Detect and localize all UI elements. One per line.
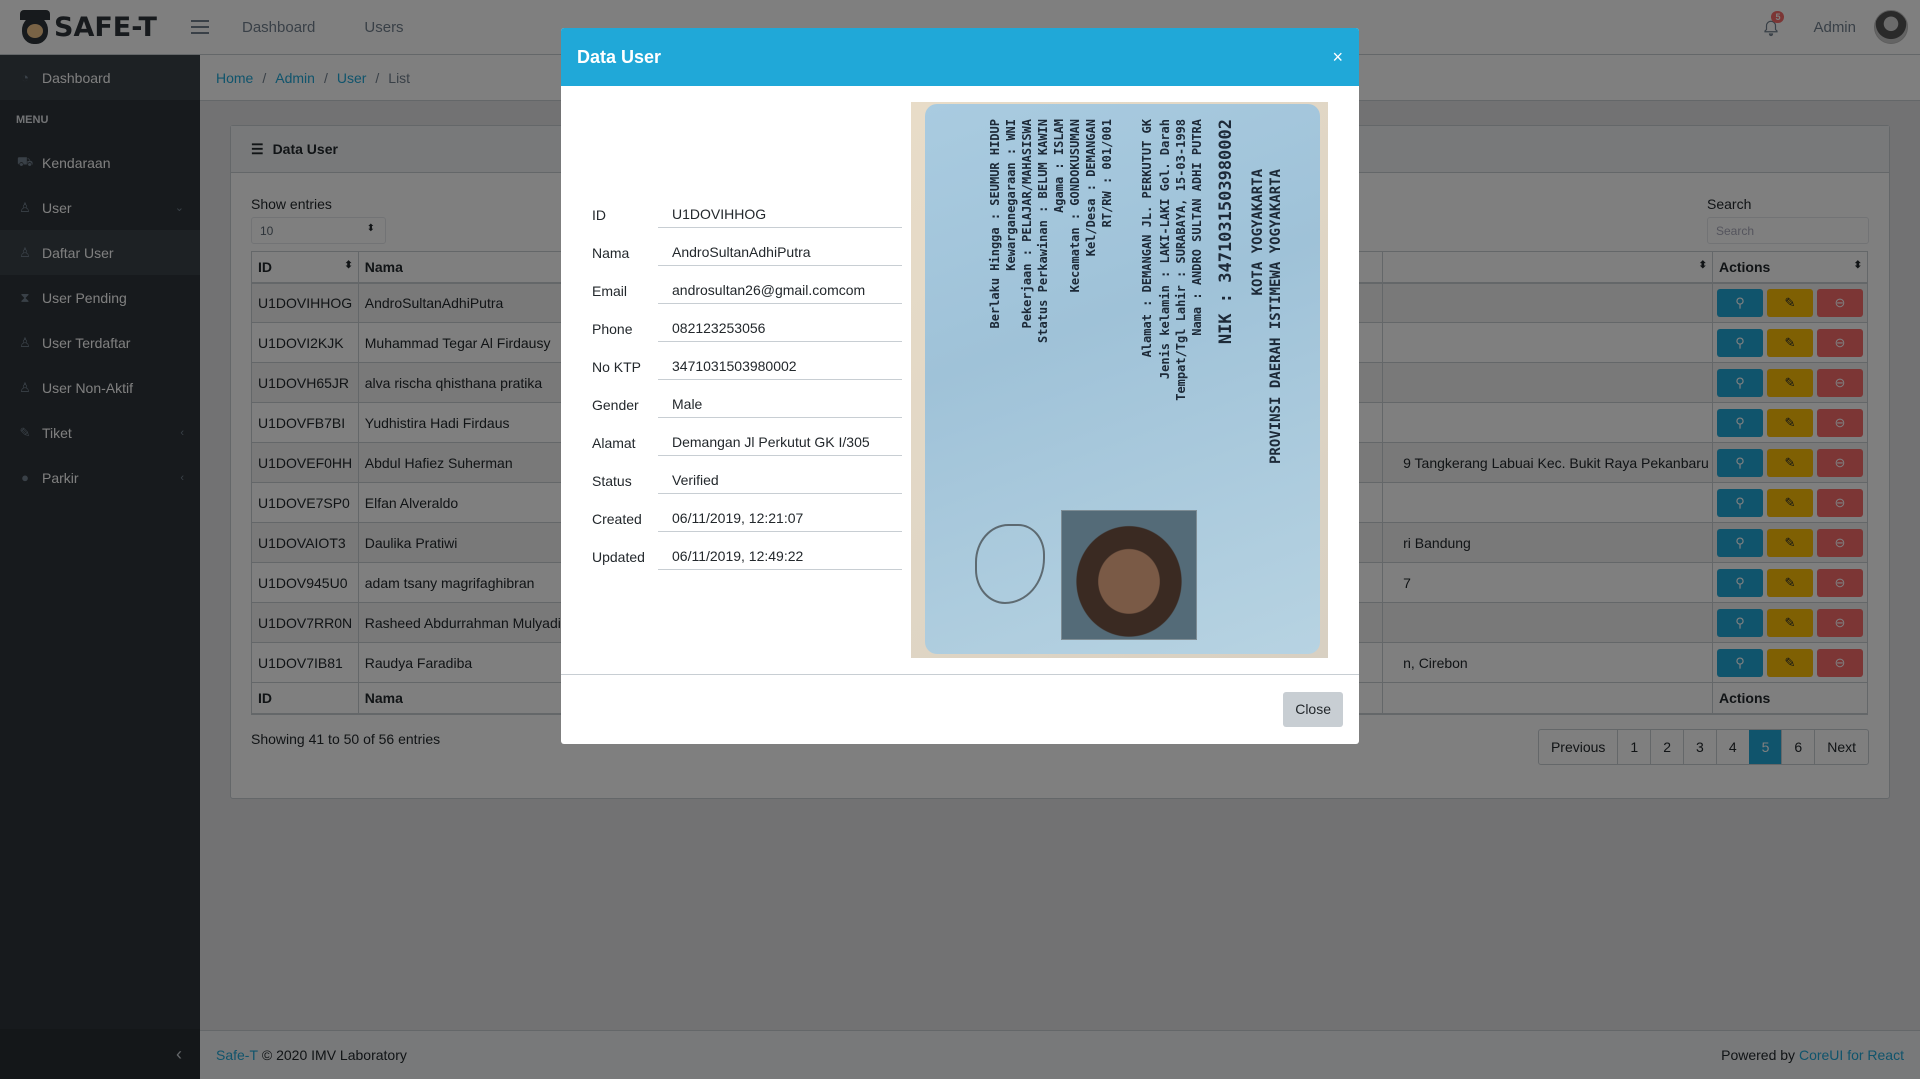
field-row: ID U1DOVIHHOG xyxy=(592,190,902,228)
field-row: Created 06/11/2019, 12:21:07 xyxy=(592,494,902,532)
field-value: 06/11/2019, 12:49:22 xyxy=(658,548,902,570)
ktp-line: Agama : ISLAM xyxy=(1052,119,1066,213)
ktp-line: KOTA YOGYAKARTA xyxy=(1250,169,1266,296)
user-fields: ID U1DOVIHHOG Nama AndroSultanAdhiPutra Emai… xyxy=(592,190,902,570)
ktp-line: RT/RW : 001/001 xyxy=(1100,119,1114,228)
field-row: Updated 06/11/2019, 12:49:22 xyxy=(592,532,902,570)
field-label: Nama xyxy=(592,245,630,261)
ktp-card: PROVINSI DAERAH ISTIMEWA YOGYAKARTA KOTA … xyxy=(925,104,1320,654)
field-value: AndroSultanAdhiPutra xyxy=(658,244,902,266)
field-label: Alamat xyxy=(592,435,636,451)
ktp-line: PROVINSI DAERAH ISTIMEWA YOGYAKARTA xyxy=(1268,169,1284,465)
field-label: No KTP xyxy=(592,359,642,375)
ktp-line: Pekerjaan : PELAJAR/MAHASISWA xyxy=(1020,119,1034,329)
ktp-image: PROVINSI DAERAH ISTIMEWA YOGYAKARTA KOTA … xyxy=(911,102,1328,658)
field-value: Demangan Jl Perkutut GK I/305 xyxy=(658,434,902,456)
field-row: Nama AndroSultanAdhiPutra xyxy=(592,228,902,266)
field-label: Gender xyxy=(592,397,639,413)
modal-title: Data User xyxy=(577,46,662,67)
close-button[interactable]: Close xyxy=(1283,691,1343,727)
field-label: Status xyxy=(592,473,632,489)
field-label: Updated xyxy=(592,549,645,565)
field-label: Phone xyxy=(592,321,633,337)
field-label: Created xyxy=(592,511,642,527)
field-row: Alamat Demangan Jl Perkutut GK I/305 xyxy=(592,418,902,456)
modal-header: Data User × xyxy=(561,28,1359,86)
field-row: Phone 082123253056 xyxy=(592,304,902,342)
ktp-line: Nama : ANDRO SULTAN ADHI PUTRA xyxy=(1190,119,1204,336)
field-value: androsultan26@gmail.comcom xyxy=(658,282,902,304)
ktp-photo xyxy=(1061,510,1197,640)
field-row: Gender Male xyxy=(592,380,902,418)
field-row: No KTP 3471031503980002 xyxy=(592,342,902,380)
modal-body: ID U1DOVIHHOG Nama AndroSultanAdhiPutra Emai… xyxy=(561,86,1359,675)
user-detail-modal: Data User × ID U1DOVIHHOG Nama AndroSultanA… xyxy=(561,28,1359,744)
field-value: U1DOVIHHOG xyxy=(658,206,902,228)
ktp-line: Kel/Desa : DEMANGAN xyxy=(1084,119,1098,257)
field-value: 3471031503980002 xyxy=(658,358,902,380)
ktp-line: Jenis kelamin : LAKI-LAKI Gol. Darah xyxy=(1158,119,1172,380)
ktp-line: Alamat : DEMANGAN JL. PERKUTUT GK xyxy=(1140,119,1154,358)
field-value: Male xyxy=(658,396,902,418)
ktp-line: NIK : 3471031503980002 xyxy=(1216,119,1236,345)
field-value: 082123253056 xyxy=(658,320,902,342)
field-label: ID xyxy=(592,207,606,223)
ktp-line: Tempat/Tgl Lahir : SURABAYA, 15-03-1998 xyxy=(1174,119,1188,401)
modal-footer: Close xyxy=(561,675,1359,743)
field-value: 06/11/2019, 12:21:07 xyxy=(658,510,902,532)
field-row: Status Verified xyxy=(592,456,902,494)
ktp-line: Kecamatan : GONDOKUSUMAN xyxy=(1068,119,1082,293)
ktp-line: Kewarganegaraan : WNI xyxy=(1004,119,1018,271)
field-value: Verified xyxy=(658,472,902,494)
close-icon[interactable]: × xyxy=(1332,47,1343,68)
ktp-line: Status Perkawinan : BELUM KAWIN xyxy=(1036,119,1050,343)
field-label: Email xyxy=(592,283,628,299)
ktp-line: Berlaku Hingga : SEUMUR HIDUP xyxy=(988,119,1002,329)
field-row: Email androsultan26@gmail.comcom xyxy=(592,266,902,304)
